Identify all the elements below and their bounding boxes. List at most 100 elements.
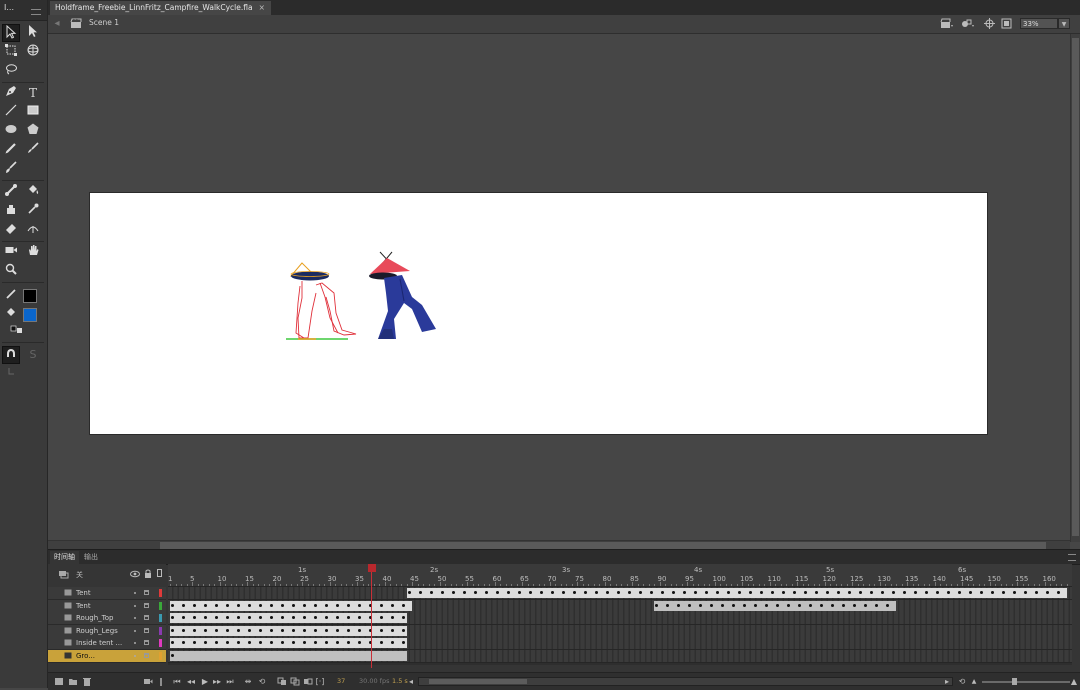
keyframe[interactable] <box>990 591 994 594</box>
smooth-icon[interactable]: S <box>24 346 42 364</box>
keyframe[interactable] <box>803 591 807 594</box>
keyframe[interactable] <box>754 603 757 607</box>
keyframe[interactable] <box>726 591 730 594</box>
keyframe[interactable] <box>193 641 196 644</box>
keyframe[interactable] <box>743 603 746 607</box>
zoom-tool-icon[interactable] <box>2 262 20 280</box>
keyframe[interactable] <box>358 641 361 644</box>
keyframe[interactable] <box>798 603 801 607</box>
timeline-ruler[interactable]: 1 5 10 15 20 25 30 35 40 45 50 55 60 65 70 75 80 85 90 95 10… <box>168 564 1072 587</box>
layer-lock-icon[interactable] <box>144 640 149 645</box>
keyframe[interactable] <box>336 641 339 644</box>
keyframe[interactable] <box>182 628 185 632</box>
layer-row[interactable]: Rough_Legs <box>48 624 166 638</box>
keyframe[interactable] <box>314 628 317 632</box>
pencil-tool-icon[interactable] <box>2 141 20 159</box>
keyframe[interactable] <box>237 616 240 619</box>
tab-timeline[interactable]: 时间轴 <box>50 551 79 564</box>
layer-name[interactable]: Rough_Legs <box>76 625 118 637</box>
keyframe[interactable] <box>204 641 207 644</box>
camera-tool-icon[interactable] <box>2 243 20 261</box>
frame-grid[interactable] <box>168 587 1072 665</box>
free-transform-tool-icon[interactable] <box>2 43 20 61</box>
keyframe[interactable] <box>303 641 306 644</box>
paint-brush-tool-icon[interactable] <box>2 160 20 178</box>
text-tool-icon[interactable]: T <box>24 84 42 102</box>
keyframe[interactable] <box>248 616 251 619</box>
scrollbar-thumb[interactable] <box>160 542 1046 549</box>
keyframe[interactable] <box>391 628 394 632</box>
keyframe[interactable] <box>770 591 774 594</box>
keyframe[interactable] <box>957 591 961 594</box>
layer-visibility-toggle[interactable] <box>134 604 136 607</box>
keyframe[interactable] <box>550 591 554 594</box>
layer-header-label[interactable]: 关 <box>76 570 83 580</box>
keyframe[interactable] <box>495 591 499 594</box>
keyframe[interactable] <box>924 591 928 594</box>
keyframe[interactable] <box>759 591 763 594</box>
back-arrow-icon[interactable]: ◂ <box>51 18 63 29</box>
keyframe[interactable] <box>792 591 796 594</box>
frame-rate[interactable]: 30.00 fps <box>359 677 389 685</box>
zoom-input[interactable]: 33% <box>1020 18 1058 29</box>
keyframe[interactable] <box>182 616 185 619</box>
keyframe[interactable] <box>237 628 240 632</box>
keyframe[interactable] <box>946 591 950 594</box>
keyframe[interactable] <box>182 603 185 607</box>
hand-tool-icon[interactable] <box>24 243 42 261</box>
keyframe[interactable] <box>215 603 218 607</box>
keyframe[interactable] <box>182 641 185 644</box>
reset-zoom-icon[interactable]: ⟲ <box>957 677 967 686</box>
keyframe[interactable] <box>303 603 306 607</box>
keyframe[interactable] <box>1034 591 1038 594</box>
keyframe[interactable] <box>281 641 284 644</box>
scroll-left-icon[interactable]: ◂ <box>407 677 415 686</box>
keyframe[interactable] <box>402 603 405 607</box>
keyframe[interactable] <box>303 616 306 619</box>
keyframe[interactable] <box>270 628 273 632</box>
keyframe[interactable] <box>809 603 812 607</box>
slider-knob[interactable] <box>1012 678 1017 685</box>
keyframe[interactable] <box>781 591 785 594</box>
layer-row[interactable]: Rough_Top <box>48 612 166 625</box>
keyframe[interactable] <box>732 603 735 607</box>
keyframe[interactable] <box>215 616 218 619</box>
colored-character[interactable] <box>369 251 436 339</box>
line-tool-icon[interactable] <box>2 103 20 121</box>
edit-scene-icon[interactable] <box>940 18 953 29</box>
delete-layer-icon[interactable] <box>82 677 92 686</box>
keyframe[interactable] <box>660 591 664 594</box>
keyframe[interactable] <box>358 616 361 619</box>
layer-outline-color[interactable] <box>159 614 162 622</box>
ink-bottle-tool-icon[interactable] <box>2 202 20 220</box>
brush-tool-icon[interactable] <box>24 141 42 159</box>
keyframe[interactable] <box>616 591 620 594</box>
keyframe[interactable] <box>347 616 350 619</box>
keyframe[interactable] <box>886 603 889 607</box>
keyframe[interactable] <box>864 603 867 607</box>
keyframe[interactable] <box>418 591 422 594</box>
layer-name[interactable]: Tent <box>76 587 91 599</box>
keyframe[interactable] <box>429 591 433 594</box>
keyframe[interactable] <box>572 591 576 594</box>
camera-layer-icon[interactable] <box>143 677 153 686</box>
keyframe[interactable] <box>831 603 834 607</box>
keyframe[interactable] <box>1056 591 1060 594</box>
keyframe[interactable] <box>935 591 939 594</box>
keyframe[interactable] <box>748 591 752 594</box>
keyframe[interactable] <box>292 641 295 644</box>
stage-canvas[interactable] <box>89 192 988 435</box>
center-stage-icon[interactable] <box>983 18 995 29</box>
step-forward-icon[interactable]: ▸▸ <box>212 677 222 686</box>
keyframe[interactable] <box>193 628 196 632</box>
keyframe[interactable] <box>391 603 394 607</box>
keyframe[interactable] <box>825 591 829 594</box>
layer-name[interactable]: Rough_Top <box>76 612 113 624</box>
keyframe[interactable] <box>1045 591 1049 594</box>
keyframe[interactable] <box>226 616 229 619</box>
keyframe[interactable] <box>451 591 455 594</box>
keyframe[interactable] <box>710 603 713 607</box>
keyframe[interactable] <box>380 616 383 619</box>
keyframe[interactable] <box>693 591 697 594</box>
rectangle-tool-icon[interactable] <box>24 103 42 121</box>
